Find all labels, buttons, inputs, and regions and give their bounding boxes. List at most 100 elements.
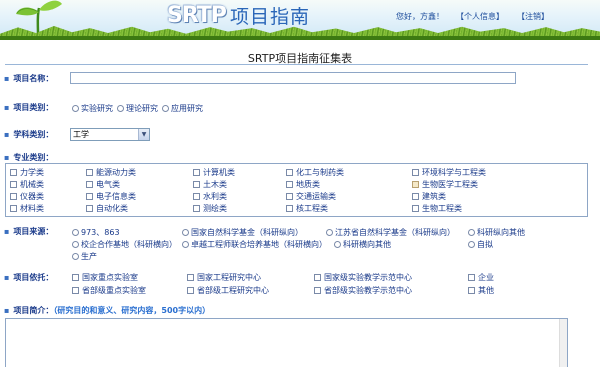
radio-button[interactable] — [162, 105, 169, 112]
chevron-down-icon[interactable]: ▼ — [138, 129, 149, 140]
radio-button[interactable] — [326, 229, 333, 236]
project-name-input[interactable] — [70, 72, 516, 84]
project-source-option[interactable]: 国家自然科学基金（科研纵向） — [182, 227, 303, 238]
checkbox[interactable] — [286, 193, 293, 200]
checkbox[interactable] — [72, 287, 79, 294]
major-category-option[interactable]: 地质类 — [286, 179, 320, 190]
checkbox[interactable] — [10, 205, 17, 212]
checkbox[interactable] — [10, 181, 17, 188]
radio-button[interactable] — [72, 105, 79, 112]
major-category-option[interactable]: 机械类 — [10, 179, 44, 190]
checkbox[interactable] — [468, 274, 475, 281]
checkbox[interactable] — [86, 193, 93, 200]
radio-button[interactable] — [182, 241, 189, 248]
major-category-option[interactable]: 水利类 — [193, 191, 227, 202]
checkbox[interactable] — [193, 169, 200, 176]
project-source-option[interactable]: 生产 — [72, 251, 97, 262]
logout-link[interactable]: 【注销】 — [517, 11, 549, 22]
checkbox[interactable] — [314, 287, 321, 294]
checkbox[interactable] — [412, 205, 419, 212]
major-category-option[interactable]: 生物工程类 — [412, 203, 462, 214]
checkbox[interactable] — [86, 181, 93, 188]
checkbox[interactable] — [10, 169, 17, 176]
radio-button[interactable] — [117, 105, 124, 112]
project-source-option[interactable]: 校企合作基地（科研横向） — [72, 239, 177, 250]
option-label: 土木类 — [203, 180, 227, 189]
checkbox[interactable] — [412, 169, 419, 176]
project-support-option[interactable]: 国家重点实验室 — [72, 272, 138, 283]
textarea-scrollbar[interactable] — [559, 319, 567, 367]
major-category-option[interactable]: 交通运输类 — [286, 191, 336, 202]
major-category-option[interactable]: 土木类 — [193, 179, 227, 190]
checkbox[interactable] — [286, 181, 293, 188]
checkbox[interactable] — [286, 205, 293, 212]
major-category-option[interactable]: 生物医学工程类 — [412, 179, 478, 190]
option-label: 生产 — [81, 252, 97, 261]
project-source-option[interactable]: 江苏省自然科学基金（科研纵向） — [326, 227, 455, 238]
checkbox[interactable] — [193, 181, 200, 188]
checkbox[interactable] — [193, 205, 200, 212]
option-label: 973、863 — [81, 228, 120, 237]
checkbox[interactable] — [187, 287, 194, 294]
major-category-option[interactable]: 电子信息类 — [86, 191, 136, 202]
checkbox[interactable] — [286, 169, 293, 176]
project-support-option[interactable]: 省部级重点实验室 — [72, 285, 146, 296]
major-category-option[interactable]: 电气类 — [86, 179, 120, 190]
major-category-option[interactable]: 仪器类 — [10, 191, 44, 202]
project-support-option[interactable]: 国家级实验教学示范中心 — [314, 272, 412, 283]
checkbox[interactable] — [86, 169, 93, 176]
major-category-option[interactable]: 计算机类 — [193, 167, 235, 178]
major-category-option[interactable]: 力学类 — [10, 167, 44, 178]
project-source-option[interactable]: 科研横向其他 — [334, 239, 391, 250]
option-label: 水利类 — [203, 192, 227, 201]
checkbox[interactable] — [72, 274, 79, 281]
major-category-option[interactable]: 核工程类 — [286, 203, 328, 214]
project-type-label: ▪ 项目类别： — [4, 103, 54, 112]
project-source-option[interactable]: 卓越工程师联合培养基地（科研横向） — [182, 239, 327, 250]
radio-button[interactable] — [72, 253, 79, 260]
radio-button[interactable] — [72, 241, 79, 248]
checkbox[interactable] — [187, 274, 194, 281]
major-category-option[interactable]: 材料类 — [10, 203, 44, 214]
project-source-option[interactable]: 自拟 — [468, 239, 493, 250]
option-label: 核工程类 — [296, 204, 328, 213]
radio-button[interactable] — [72, 229, 79, 236]
project-support-option[interactable]: 省部级工程研究中心 — [187, 285, 269, 296]
radio-button[interactable] — [334, 241, 341, 248]
project-support-option[interactable]: 国家工程研究中心 — [187, 272, 261, 283]
checkbox[interactable] — [193, 193, 200, 200]
project-type-option-experimental[interactable]: 实验研究 — [72, 103, 113, 114]
option-label: 能源动力类 — [96, 168, 136, 177]
checkbox[interactable] — [10, 193, 17, 200]
project-source-option[interactable]: 科研纵向其他 — [468, 227, 525, 238]
bullet-icon: ▪ — [4, 227, 10, 236]
checkbox[interactable] — [86, 205, 93, 212]
checkbox[interactable] — [468, 287, 475, 294]
project-type-option-applied[interactable]: 应用研究 — [162, 103, 203, 114]
checkbox[interactable] — [314, 274, 321, 281]
option-label: 仪器类 — [20, 192, 44, 201]
subject-category-select[interactable]: 工学 ▼ — [70, 128, 150, 141]
radio-button[interactable] — [468, 229, 475, 236]
radio-button[interactable] — [468, 241, 475, 248]
project-support-option[interactable]: 企业 — [468, 272, 494, 283]
project-support-option[interactable]: 其他 — [468, 285, 494, 296]
project-support-option[interactable]: 省部级实验教学示范中心 — [314, 285, 412, 296]
major-category-option[interactable]: 环境科学与工程类 — [412, 167, 486, 178]
project-intro-textarea[interactable] — [5, 318, 568, 367]
bullet-icon: ▪ — [4, 103, 10, 112]
major-category-option[interactable]: 化工与制药类 — [286, 167, 344, 178]
checkbox[interactable] — [412, 193, 419, 200]
personal-info-link[interactable]: 【个人信息】 — [456, 11, 504, 22]
project-type-option-theoretical[interactable]: 理论研究 — [117, 103, 158, 114]
option-label: 测绘类 — [203, 204, 227, 213]
major-category-option[interactable]: 自动化类 — [86, 203, 128, 214]
major-category-option[interactable]: 建筑类 — [412, 191, 446, 202]
checkbox[interactable] — [412, 181, 419, 188]
radio-button[interactable] — [182, 229, 189, 236]
major-category-option[interactable]: 测绘类 — [193, 203, 227, 214]
major-category-option[interactable]: 能源动力类 — [86, 167, 136, 178]
bullet-icon: ▪ — [4, 306, 10, 315]
welcome-text: 您好，方鑫！ — [396, 12, 444, 21]
project-source-option[interactable]: 973、863 — [72, 227, 120, 238]
